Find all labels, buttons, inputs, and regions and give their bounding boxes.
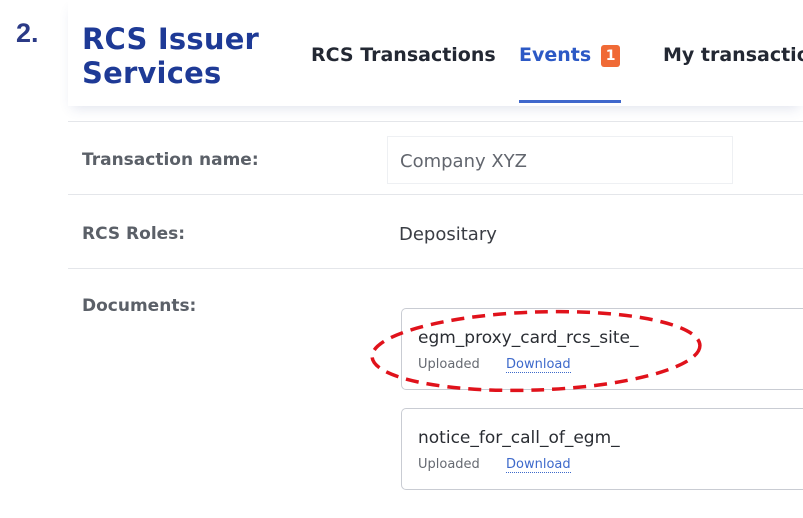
brand-line-1: RCS Issuer	[82, 22, 260, 56]
download-link[interactable]: Download	[506, 357, 571, 373]
document-name: notice_for_call_of_egm_	[418, 428, 620, 448]
app-header: RCS Issuer Services RCS Transactions Eve…	[68, 0, 803, 106]
rcs-roles-value: Depositary	[399, 224, 497, 245]
brand-logo[interactable]: RCS Issuer Services	[82, 22, 259, 90]
brand-line-2: Services	[82, 56, 222, 90]
events-count-badge: 1	[601, 45, 621, 67]
transaction-name-field: Company XYZ	[387, 136, 733, 184]
transaction-name-label: Transaction name:	[82, 150, 259, 170]
step-number: 2.	[16, 18, 39, 48]
document-card: egm_proxy_card_rcs_site_ Uploaded Downlo…	[401, 308, 803, 390]
row-divider	[68, 121, 803, 122]
tab-label: My transaction	[663, 44, 803, 66]
page: 2. RCS Issuer Services RCS Transactions …	[0, 0, 803, 518]
tab-rcs-transactions[interactable]: RCS Transactions	[311, 44, 496, 66]
active-tab-indicator	[519, 100, 621, 103]
tab-my-transactions[interactable]: My transaction	[663, 44, 803, 66]
document-status: Uploaded	[418, 357, 480, 372]
row-divider	[68, 194, 803, 195]
rcs-roles-label: RCS Roles:	[82, 224, 186, 244]
row-divider	[68, 268, 803, 269]
tab-label: RCS Transactions	[311, 44, 496, 66]
tab-events[interactable]: Events 1	[519, 44, 621, 67]
documents-label: Documents:	[82, 296, 197, 316]
tab-label: Events	[519, 44, 592, 66]
transaction-name-value: Company XYZ	[400, 151, 528, 172]
app-panel: RCS Issuer Services RCS Transactions Eve…	[68, 0, 803, 518]
document-card: notice_for_call_of_egm_ Uploaded Downloa…	[401, 408, 803, 490]
document-status: Uploaded	[418, 457, 480, 472]
document-name: egm_proxy_card_rcs_site_	[418, 328, 639, 348]
download-link[interactable]: Download	[506, 457, 571, 473]
